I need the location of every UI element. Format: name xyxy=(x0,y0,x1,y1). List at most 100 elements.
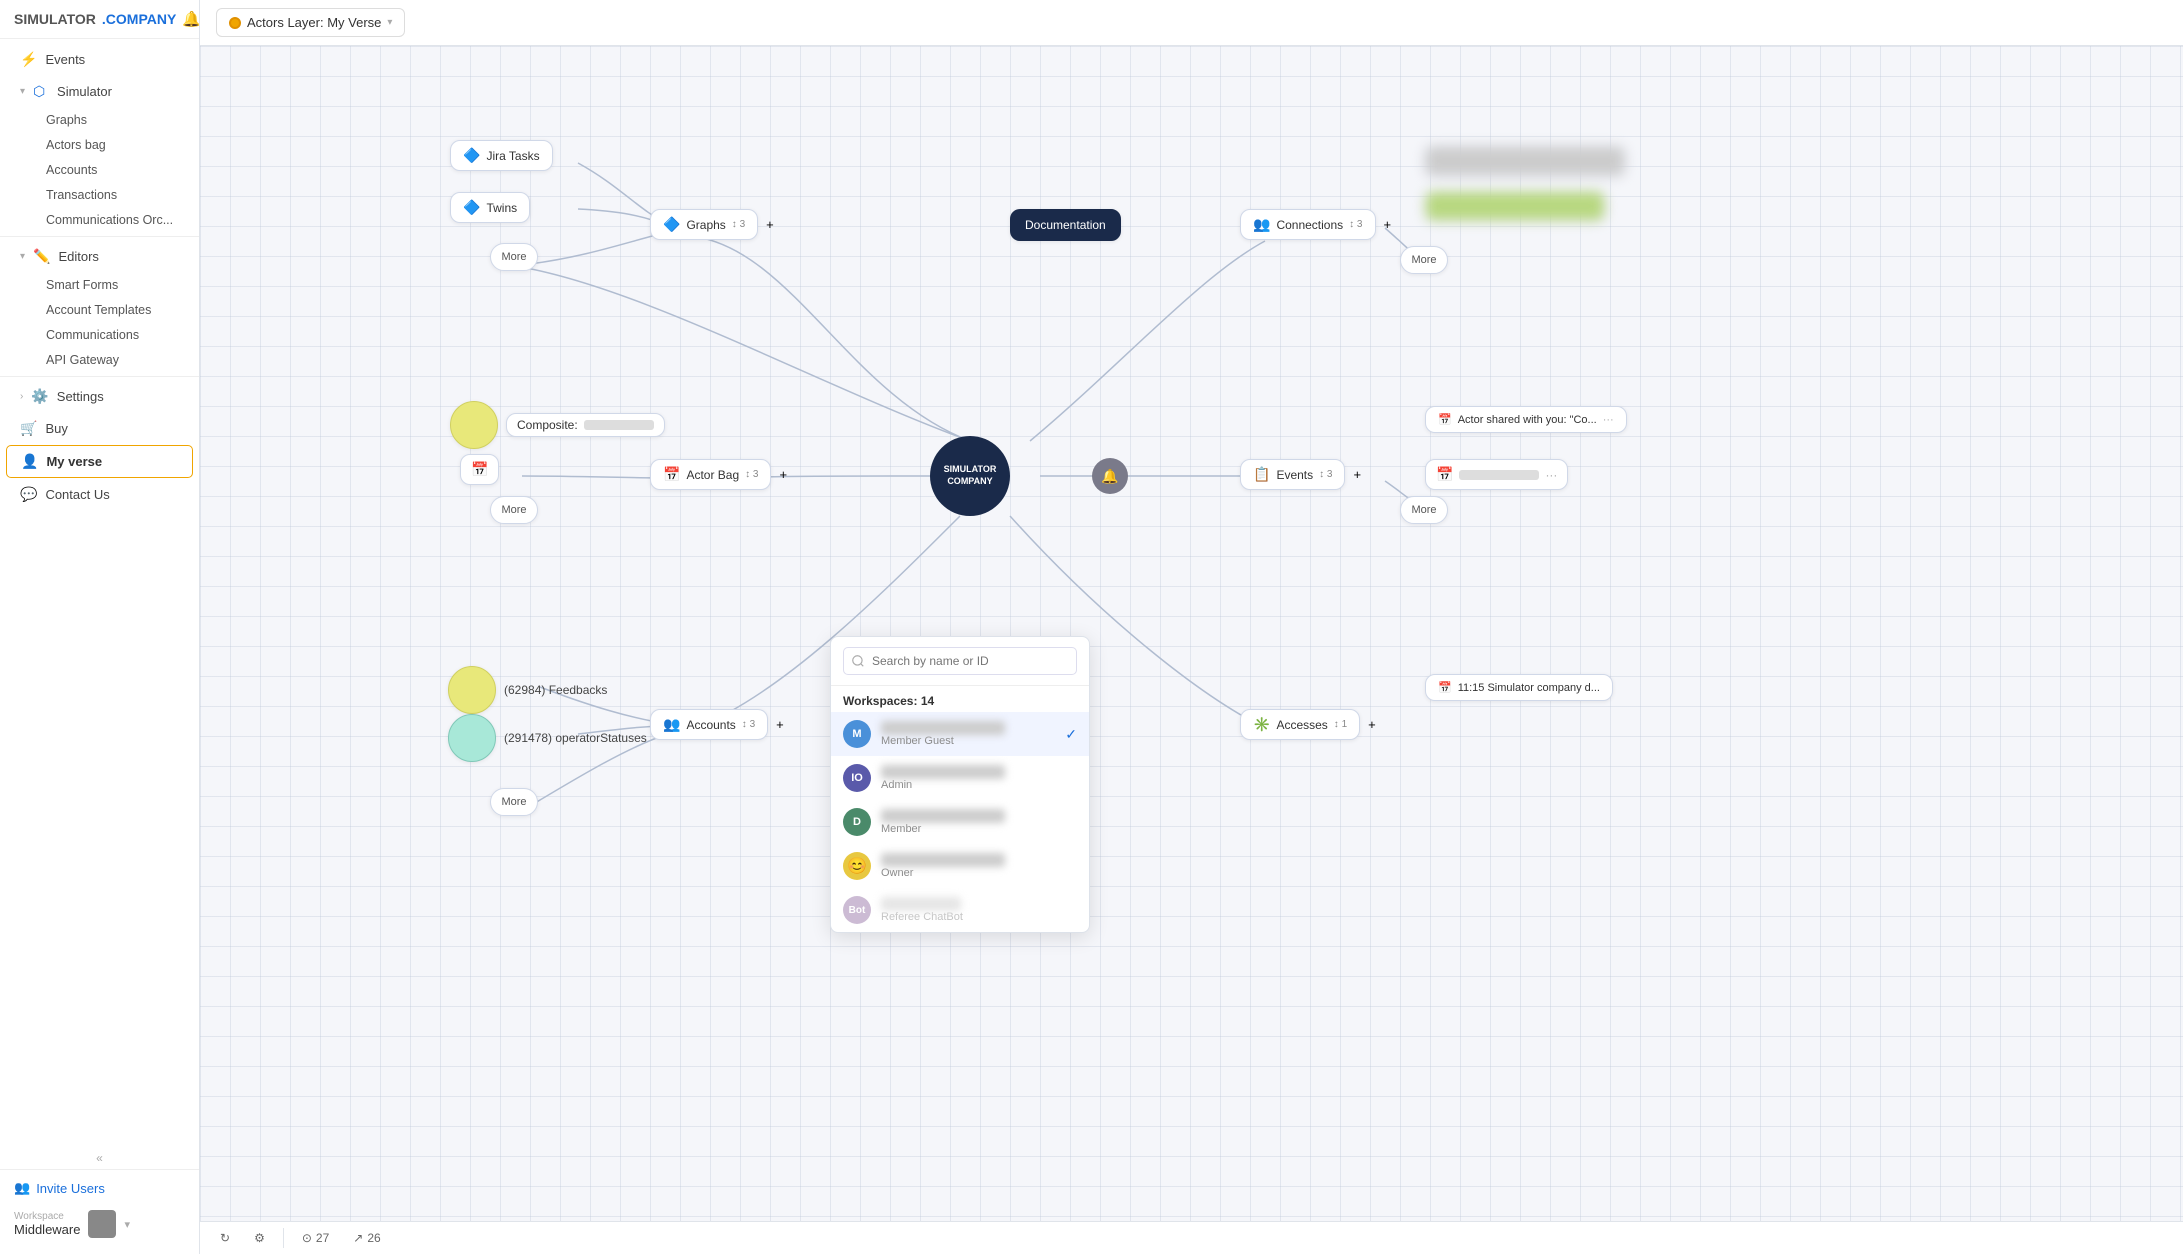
events-right-calendar-label xyxy=(1459,470,1539,480)
operator-statuses-node[interactable]: (291478) operatorStatuses xyxy=(448,714,647,762)
graphs-label: Graphs xyxy=(686,218,725,232)
events-right-more-btn[interactable]: ··· xyxy=(1545,468,1557,482)
center-node[interactable]: SIMULATORCOMPANY xyxy=(930,436,1010,516)
sidebar-item-settings[interactable]: › ⚙️ Settings xyxy=(6,381,193,412)
workspace-item-5[interactable]: Bot █████████ Referee ChatBot xyxy=(831,888,1089,932)
sidebar-bottom: 👥 Invite Users Workspace Middleware ▾ xyxy=(0,1169,199,1254)
invite-users-button[interactable]: 👥 Invite Users xyxy=(14,1180,185,1196)
sidebar-item-graphs[interactable]: Graphs xyxy=(38,108,193,132)
workspace-selector[interactable]: Workspace Middleware ▾ xyxy=(14,1204,185,1244)
documentation-box[interactable]: Documentation xyxy=(1010,209,1121,241)
sidebar-item-actors-bag[interactable]: Actors bag xyxy=(38,133,193,157)
workspace-item-3[interactable]: D ██████████████ Member xyxy=(831,800,1089,844)
feedbacks-node[interactable]: (62984) Feedbacks xyxy=(448,666,607,714)
sidebar-item-label: API Gateway xyxy=(46,353,119,367)
notif-more-icon[interactable]: ··· xyxy=(1603,414,1614,426)
more-bottom-left-node[interactable]: More xyxy=(490,788,538,816)
connections-add-button[interactable]: + xyxy=(1384,217,1392,232)
layer-selector[interactable]: Actors Layer: My Verse ▾ xyxy=(216,8,405,37)
documentation-node[interactable]: Documentation xyxy=(1010,209,1121,241)
accounts-add-button[interactable]: + xyxy=(776,717,784,732)
events-box[interactable]: 📋 Events ↕ 3 xyxy=(1240,459,1345,490)
top-right-blurred-node-2 xyxy=(1425,191,1605,221)
graphs-icon: 🔷 xyxy=(663,216,680,233)
sidebar-item-communications-orc[interactable]: Communications Orc... xyxy=(38,208,193,232)
sidebar-item-events[interactable]: ⚡ Events xyxy=(6,44,193,75)
invite-users-label: Invite Users xyxy=(36,1181,105,1196)
sidebar-item-my-verse[interactable]: 👤 My verse xyxy=(6,445,193,478)
sidebar-item-communications[interactable]: Communications xyxy=(38,323,193,347)
accounts-box[interactable]: 👥 Accounts ↕ 3 xyxy=(650,709,768,740)
sidebar-item-transactions[interactable]: Transactions xyxy=(38,183,193,207)
feedbacks-circle[interactable] xyxy=(448,666,496,714)
twins-box[interactable]: 🔷 Twins xyxy=(450,192,530,223)
sidebar-item-editors[interactable]: ▾ ✏️ Editors xyxy=(6,241,193,272)
more-top-right-node[interactable]: More xyxy=(1400,246,1448,274)
sidebar-item-buy[interactable]: 🛒 Buy xyxy=(6,413,193,444)
calendar-event-icon: 📅 xyxy=(1438,681,1452,694)
accesses-add-button[interactable]: + xyxy=(1368,717,1376,732)
sidebar-item-accounts[interactable]: Accounts xyxy=(38,158,193,182)
sidebar-item-api-gateway[interactable]: API Gateway xyxy=(38,348,193,372)
ws-check-1: ✓ xyxy=(1065,726,1077,743)
events-right-calendar[interactable]: 📅 ··· xyxy=(1425,459,1568,490)
sidebar-item-simulator[interactable]: ▾ ⬡ Simulator xyxy=(6,76,193,107)
node-count-button[interactable]: ⊙ 27 xyxy=(296,1228,335,1248)
calendar-left-node[interactable]: 📅 xyxy=(460,454,499,485)
settings-icon: ⚙️ xyxy=(31,388,48,405)
events-node[interactable]: 📋 Events ↕ 3 + xyxy=(1240,459,1361,490)
divider xyxy=(0,376,199,377)
notification-bell-icon[interactable]: 🔔 xyxy=(182,10,200,28)
calendar-event-notification[interactable]: 📅 11:15 Simulator company d... xyxy=(1425,674,1613,701)
more-mid-right-node[interactable]: More xyxy=(1400,496,1448,524)
connections-toolbar-icon: ↗ xyxy=(353,1231,363,1245)
workspace-item-4[interactable]: 😊 ██████████████ Owner xyxy=(831,844,1089,888)
jira-tasks-node[interactable]: 🔷 Jira Tasks xyxy=(450,140,553,171)
more-mid-left-node[interactable]: More xyxy=(490,496,538,524)
graphs-node[interactable]: 🔷 Graphs ↕ 3 + xyxy=(650,209,774,240)
sidebar-item-contact-us[interactable]: 💬 Contact Us xyxy=(6,479,193,510)
sidebar-collapse-button[interactable]: « xyxy=(0,1147,199,1169)
graphs-box[interactable]: 🔷 Graphs ↕ 3 xyxy=(650,209,758,240)
sidebar-item-smart-forms[interactable]: Smart Forms xyxy=(38,273,193,297)
app-logo: SIMULATOR.COMPANY 🔔 xyxy=(0,0,199,39)
accounts-node[interactable]: 👥 Accounts ↕ 3 + xyxy=(650,709,784,740)
twins-node[interactable]: 🔷 Twins xyxy=(450,192,530,223)
composite-circle[interactable] xyxy=(450,401,498,449)
events-add-button[interactable]: + xyxy=(1353,467,1361,482)
calendar-left-box[interactable]: 📅 xyxy=(460,454,499,485)
sidebar-item-account-templates[interactable]: Account Templates xyxy=(38,298,193,322)
jira-tasks-label: Jira Tasks xyxy=(486,149,539,163)
refresh-button[interactable]: ↻ xyxy=(214,1228,236,1248)
events-icon: ⚡ xyxy=(20,51,37,68)
ws-info-1: ██████████████ Member Guest xyxy=(881,721,1055,747)
sidebar-item-label: Transactions xyxy=(46,188,117,202)
composite-box[interactable]: Composite: xyxy=(506,413,665,437)
shared-actor-label: Actor shared with you: "Co... xyxy=(1458,414,1597,426)
ws-info-3: ██████████████ Member xyxy=(881,809,1077,835)
composite-label: Composite: xyxy=(517,418,578,432)
workspace-item-1[interactable]: M ██████████████ Member Guest ✓ xyxy=(831,712,1089,756)
workspace-avatar-4: 😊 xyxy=(843,852,871,880)
workspace-name: Middleware xyxy=(14,1222,80,1237)
composite-node[interactable]: Composite: xyxy=(450,401,665,449)
settings-toolbar-button[interactable]: ⚙ xyxy=(248,1228,271,1248)
actor-bag-box[interactable]: 📅 Actor Bag ↕ 3 xyxy=(650,459,771,490)
operator-statuses-circle[interactable] xyxy=(448,714,496,762)
connections-count-button[interactable]: ↗ 26 xyxy=(347,1228,386,1248)
workspace-item-2[interactable]: IO ██████████████ Admin xyxy=(831,756,1089,800)
shared-actor-notification[interactable]: 📅 Actor shared with you: "Co... ··· xyxy=(1425,406,1627,433)
actor-bag-add-button[interactable]: + xyxy=(779,467,787,482)
jira-tasks-box[interactable]: 🔷 Jira Tasks xyxy=(450,140,553,171)
sidebar-item-label: Settings xyxy=(57,389,104,404)
accesses-box[interactable]: ✳️ Accesses ↕ 1 xyxy=(1240,709,1360,740)
connections-node[interactable]: 👥 Connections ↕ 3 + xyxy=(1240,209,1391,240)
mind-map-canvas[interactable]: SIMULATORCOMPANY 🔔 🔷 Jira Tasks 🔷 Twins … xyxy=(200,46,2183,1221)
connections-box[interactable]: 👥 Connections ↕ 3 xyxy=(1240,209,1376,240)
accesses-node[interactable]: ✳️ Accesses ↕ 1 + xyxy=(1240,709,1376,740)
notification-node[interactable]: 🔔 xyxy=(1092,458,1128,494)
workspace-search-input[interactable] xyxy=(843,647,1077,675)
more-top-left-node[interactable]: More xyxy=(490,243,538,271)
graphs-add-button[interactable]: + xyxy=(766,217,774,232)
actor-bag-node[interactable]: 📅 Actor Bag ↕ 3 + xyxy=(650,459,787,490)
